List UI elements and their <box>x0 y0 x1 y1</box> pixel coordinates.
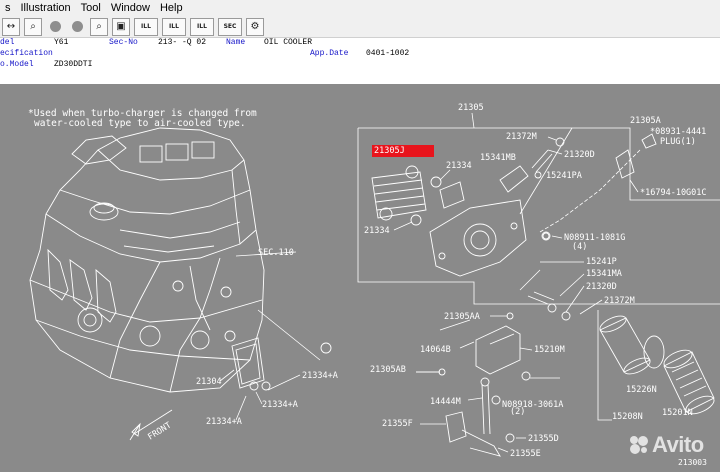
label-21334a-1: 21334+A <box>302 371 338 381</box>
illustration-canvas[interactable]: *Used when turbo-charger is changed from… <box>0 84 720 472</box>
label-21355d: 21355D <box>528 434 559 444</box>
cooler-gasket-drawing <box>231 337 332 391</box>
note-line-2: water-cooled type to air-cooled type. <box>34 118 246 129</box>
info-panel: del Y61 Sec-No 213- -Q 02 Name OIL COOLE… <box>0 38 720 70</box>
engine-drawing <box>29 127 321 393</box>
parts-diagram: *Used when turbo-charger is changed from… <box>28 103 720 459</box>
label-sec-110: SEC.110 <box>258 248 294 258</box>
label-08931: *08931-4441 <box>650 127 706 137</box>
label-14444m: 14444M <box>430 397 461 407</box>
label-15341mb: 15341MB <box>480 153 516 163</box>
menu-window[interactable]: Window <box>106 0 155 16</box>
label-21304: 21304 <box>196 377 222 387</box>
menu-illustration[interactable]: Illustration <box>16 0 76 16</box>
label-plug: PLUG(1) <box>660 137 696 147</box>
highlight-label[interactable]: 21305J <box>374 145 405 157</box>
label-15241pa: 15241PA <box>546 171 582 181</box>
circle-icon[interactable] <box>46 18 64 36</box>
label-21334-top: 21334 <box>446 161 472 171</box>
zoom-icon[interactable]: ⌕ <box>90 17 108 36</box>
secno-label: Sec-No <box>109 38 138 47</box>
label-21305a: 21305A <box>630 116 661 126</box>
model-label: del <box>0 38 15 47</box>
label-15210m: 15210M <box>534 345 565 355</box>
bracket-drawing <box>475 325 521 375</box>
avito-logo-icon <box>630 436 648 454</box>
label-15208n: 15208N <box>612 412 643 422</box>
label-21334a-2: 21334+A <box>262 400 298 410</box>
filter-bracket-drawing <box>429 165 551 277</box>
menu-bar: s Illustration Tool Window Help <box>0 0 720 16</box>
label-21305aa: 21305AA <box>444 312 480 322</box>
menu-tool[interactable]: Tool <box>76 0 106 16</box>
gear-icon[interactable]: ⚙ <box>246 17 264 36</box>
corner-code: 213003 <box>678 458 707 467</box>
oil-cooler-drawing <box>371 165 442 226</box>
label-16794: *16794-10G01C <box>640 188 707 198</box>
label-08918-qty: (2) <box>510 407 525 417</box>
label-15201n: 15201N <box>662 408 693 418</box>
arrows-icon[interactable]: ↔ <box>2 17 20 36</box>
label-15226n: 15226N <box>626 385 657 395</box>
model-value: Y61 <box>54 38 69 47</box>
menu-help[interactable]: Help <box>155 0 188 16</box>
label-08911-qty: (4) <box>572 242 587 252</box>
avito-watermark: Avito <box>652 432 704 457</box>
secno-value: 213- -Q 02 <box>158 38 207 47</box>
menu-file[interactable]: s <box>0 0 16 16</box>
ill-2-icon[interactable]: ILL <box>190 17 214 36</box>
label-21305ab: 21305AB <box>370 365 406 375</box>
label-15241p: 15241P <box>586 257 617 267</box>
zoom-out-icon[interactable]: ▣ <box>112 17 130 36</box>
name-label: Name <box>226 38 246 47</box>
ill-list-icon[interactable]: ILL <box>134 17 158 36</box>
ill-icon[interactable]: ILL <box>162 17 186 36</box>
label-21355f: 21355F <box>382 419 413 429</box>
label-21305: 21305 <box>458 103 484 113</box>
label-21372m: 21372M <box>604 296 635 306</box>
appdate-value: 0401-1002 <box>366 49 410 58</box>
label-21320d-top: 21320D <box>564 150 595 160</box>
oil-filter-drawing <box>599 315 715 415</box>
name-value: OIL COOLER <box>264 38 313 47</box>
sec-icon[interactable]: SEC <box>218 17 242 36</box>
circle-icon-2[interactable] <box>68 18 86 36</box>
pmodel-value: ZD30DDTI <box>54 60 93 69</box>
label-21334-left: 21334 <box>364 226 390 236</box>
appdate-label: App.Date <box>310 49 349 58</box>
search-icon[interactable]: ⌕ <box>24 17 42 36</box>
toolbar: ↔ ⌕ ⌕ ▣ ILL ILL ILL SEC ⚙ <box>0 16 720 38</box>
label-21372m-top: 21372M <box>506 132 537 142</box>
label-14064b: 14064B <box>420 345 451 355</box>
label-21320d: 21320D <box>586 282 617 292</box>
pmodel-label: o.Model <box>0 60 34 69</box>
label-15341ma: 15341MA <box>586 269 622 279</box>
spec-label: ecification <box>0 49 53 58</box>
label-21355e: 21355E <box>510 449 541 459</box>
